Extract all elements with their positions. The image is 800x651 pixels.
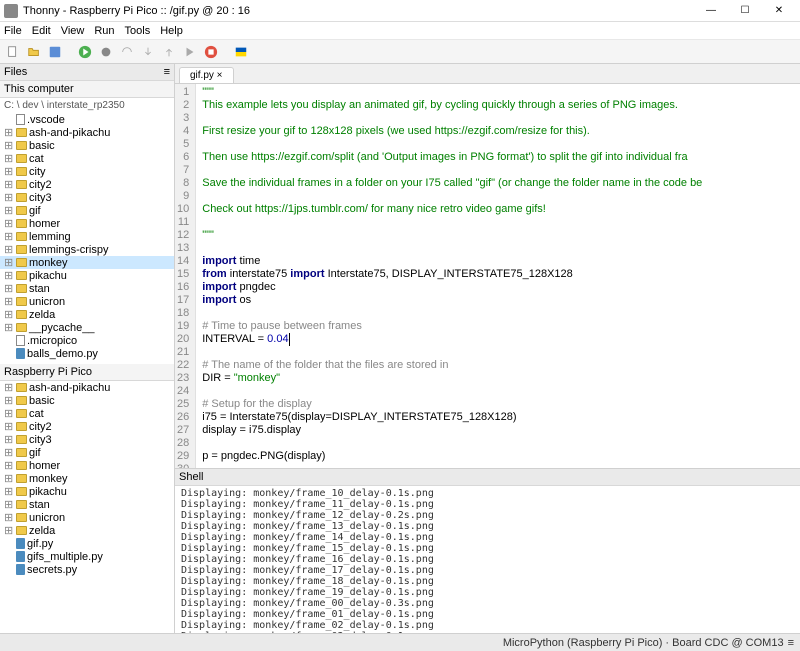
device-files-tree: ⊞ash-and-pikachu⊞basic⊞cat⊞city2⊞city3⊞g…: [0, 381, 174, 633]
local-item[interactable]: ⊞pikachu: [0, 269, 174, 282]
app-icon: [4, 4, 18, 18]
interpreter-status[interactable]: MicroPython (Raspberry Pi Pico) · Board …: [503, 637, 784, 649]
device-item[interactable]: ⊞city2: [0, 420, 174, 433]
device-files-header[interactable]: Raspberry Pi Pico: [0, 364, 174, 381]
menu-file[interactable]: File: [4, 25, 22, 37]
editor-tabbar: gif.py ×: [175, 64, 800, 84]
debug-button[interactable]: [97, 43, 115, 61]
device-item[interactable]: ⊞ash-and-pikachu: [0, 381, 174, 394]
local-item[interactable]: ⊞homer: [0, 217, 174, 230]
local-item[interactable]: ⊞monkey: [0, 256, 174, 269]
support-ukraine-icon[interactable]: [232, 43, 250, 61]
local-files-header[interactable]: This computer: [0, 81, 174, 98]
local-item[interactable]: ⊞lemmings-crispy: [0, 243, 174, 256]
menubar: File Edit View Run Tools Help: [0, 22, 800, 40]
maximize-button[interactable]: ☐: [728, 1, 762, 21]
shell-header: Shell: [175, 469, 800, 486]
local-item[interactable]: ⊞basic: [0, 139, 174, 152]
toolbar: [0, 40, 800, 64]
device-item[interactable]: ⊞pikachu: [0, 485, 174, 498]
local-item[interactable]: ⊞city3: [0, 191, 174, 204]
status-menu-icon[interactable]: ≡: [788, 637, 794, 649]
stop-button[interactable]: [202, 43, 220, 61]
device-item[interactable]: gifs_multiple.py: [0, 550, 174, 563]
device-item[interactable]: ⊞cat: [0, 407, 174, 420]
local-item[interactable]: .micropico: [0, 334, 174, 347]
menu-edit[interactable]: Edit: [32, 25, 51, 37]
local-item[interactable]: ⊞city: [0, 165, 174, 178]
step-out-button[interactable]: [160, 43, 178, 61]
save-button[interactable]: [46, 43, 64, 61]
new-file-button[interactable]: [4, 43, 22, 61]
device-item[interactable]: gif.py: [0, 537, 174, 550]
menu-tools[interactable]: Tools: [125, 25, 151, 37]
files-menu-icon[interactable]: ≡: [164, 66, 170, 78]
local-files-tree: .vscode⊞ash-and-pikachu⊞basic⊞cat⊞city⊞c…: [0, 113, 174, 360]
local-item[interactable]: ⊞cat: [0, 152, 174, 165]
local-item[interactable]: ⊞lemming: [0, 230, 174, 243]
device-item[interactable]: ⊞city3: [0, 433, 174, 446]
files-panel-header: Files ≡: [0, 64, 174, 81]
line-gutter: 1234567891011121314151617181920212223242…: [175, 84, 196, 468]
device-item[interactable]: ⊞stan: [0, 498, 174, 511]
editor-tab[interactable]: gif.py ×: [179, 67, 234, 83]
open-file-button[interactable]: [25, 43, 43, 61]
local-item[interactable]: balls_demo.py: [0, 347, 174, 360]
resume-button[interactable]: [181, 43, 199, 61]
step-into-button[interactable]: [139, 43, 157, 61]
local-item[interactable]: ⊞city2: [0, 178, 174, 191]
local-item[interactable]: .vscode: [0, 113, 174, 126]
code-editor[interactable]: 1234567891011121314151617181920212223242…: [175, 84, 800, 468]
step-over-button[interactable]: [118, 43, 136, 61]
device-item[interactable]: ⊞gif: [0, 446, 174, 459]
device-item[interactable]: ⊞basic: [0, 394, 174, 407]
menu-run[interactable]: Run: [94, 25, 114, 37]
menu-help[interactable]: Help: [160, 25, 183, 37]
local-path-breadcrumb[interactable]: C: \ dev \ interstate_rp2350: [0, 98, 174, 113]
titlebar: Thonny - Raspberry Pi Pico :: /gif.py @ …: [0, 0, 800, 22]
local-item[interactable]: ⊞unicron: [0, 295, 174, 308]
files-sidebar: Files ≡ This computer C: \ dev \ interst…: [0, 64, 175, 633]
statusbar: MicroPython (Raspberry Pi Pico) · Board …: [0, 633, 800, 651]
local-item[interactable]: ⊞__pycache__: [0, 321, 174, 334]
minimize-button[interactable]: —: [694, 1, 728, 21]
local-item[interactable]: ⊞zelda: [0, 308, 174, 321]
local-item[interactable]: ⊞stan: [0, 282, 174, 295]
local-item[interactable]: ⊞ash-and-pikachu: [0, 126, 174, 139]
device-item[interactable]: ⊞unicron: [0, 511, 174, 524]
window-title: Thonny - Raspberry Pi Pico :: /gif.py @ …: [23, 5, 694, 17]
close-button[interactable]: ✕: [762, 1, 796, 21]
device-item[interactable]: ⊞homer: [0, 459, 174, 472]
device-item[interactable]: ⊞monkey: [0, 472, 174, 485]
device-item[interactable]: secrets.py: [0, 563, 174, 576]
device-item[interactable]: ⊞zelda: [0, 524, 174, 537]
local-item[interactable]: ⊞gif: [0, 204, 174, 217]
menu-view[interactable]: View: [61, 25, 85, 37]
run-button[interactable]: [76, 43, 94, 61]
shell-output[interactable]: Displaying: monkey/frame_10_delay-0.1s.p…: [175, 486, 800, 633]
